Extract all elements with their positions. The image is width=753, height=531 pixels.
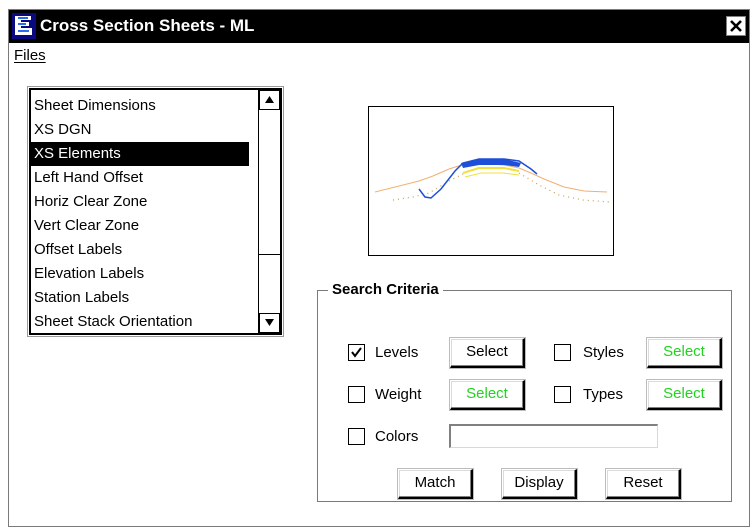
weight-select-button[interactable]: Select [450, 380, 525, 410]
types-checkbox[interactable] [554, 386, 571, 403]
colors-label: Colors [375, 428, 419, 445]
types-select-button[interactable]: Select [647, 380, 722, 410]
weight-checkbox[interactable] [348, 386, 365, 403]
reset-button[interactable]: Reset [606, 469, 681, 499]
list-item[interactable]: Horiz Clear Zone [31, 190, 249, 214]
types-label: Types [583, 386, 624, 403]
display-button[interactable]: Display [502, 469, 577, 499]
cross-section-drawing [374, 158, 610, 203]
list-items: Sheet Dimensions XS DGN XS Elements Left Ha… [31, 94, 249, 334]
list-item[interactable]: Station Labels [31, 286, 249, 310]
close-button[interactable] [726, 16, 746, 36]
checkmark-icon [351, 347, 362, 358]
sheet-options-list[interactable]: Sheet Dimensions XS DGN XS Elements Left Ha… [27, 86, 284, 337]
levels-select-button[interactable]: Select [450, 338, 525, 368]
cross-section-sheets-window: Cross Section Sheets - ML Files Sheet Di… [8, 9, 750, 527]
list-item[interactable]: Elevation Labels [31, 262, 249, 286]
match-button[interactable]: Match [398, 469, 473, 499]
list-item[interactable]: Offset Labels [31, 238, 249, 262]
styles-select-button[interactable]: Select [647, 338, 722, 368]
cross-section-preview [368, 106, 614, 256]
list-item[interactable]: Sheet Stack Orientation [31, 310, 249, 334]
scroll-down-button[interactable] [259, 313, 280, 333]
list-item[interactable]: XS DGN [31, 118, 249, 142]
weight-label: Weight [375, 386, 422, 403]
pavement-yellow [462, 167, 520, 174]
pavement-yellow-2 [464, 172, 520, 178]
list-item[interactable]: Left Hand Offset [31, 166, 249, 190]
list-scrollbar[interactable] [258, 90, 280, 333]
window-title: Cross Section Sheets - ML [40, 16, 255, 35]
scroll-thumb[interactable] [259, 110, 280, 255]
list-item[interactable]: XS Elements [31, 142, 249, 166]
search-criteria-title: Search Criteria [328, 281, 443, 299]
menu-bar: Files [9, 43, 749, 71]
levels-label: Levels [375, 344, 419, 361]
search-criteria-group: Search Criteria Levels Select Styles Sel… [317, 281, 732, 502]
scroll-up-button[interactable] [259, 90, 280, 110]
arrow-up-icon [265, 96, 274, 103]
list-item[interactable]: Sheet Dimensions [31, 94, 249, 118]
close-icon [730, 20, 742, 32]
arrow-down-icon [265, 319, 274, 326]
menu-files[interactable]: Files [14, 47, 46, 64]
levels-checkbox[interactable] [348, 344, 365, 361]
colors-field[interactable] [449, 424, 658, 448]
styles-label: Styles [583, 344, 624, 361]
styles-checkbox[interactable] [554, 344, 571, 361]
title-bar[interactable]: Cross Section Sheets - ML [9, 10, 749, 43]
list-item[interactable]: Vert Clear Zone [31, 214, 249, 238]
colors-checkbox[interactable] [348, 428, 365, 445]
app-logo-icon [12, 13, 36, 39]
